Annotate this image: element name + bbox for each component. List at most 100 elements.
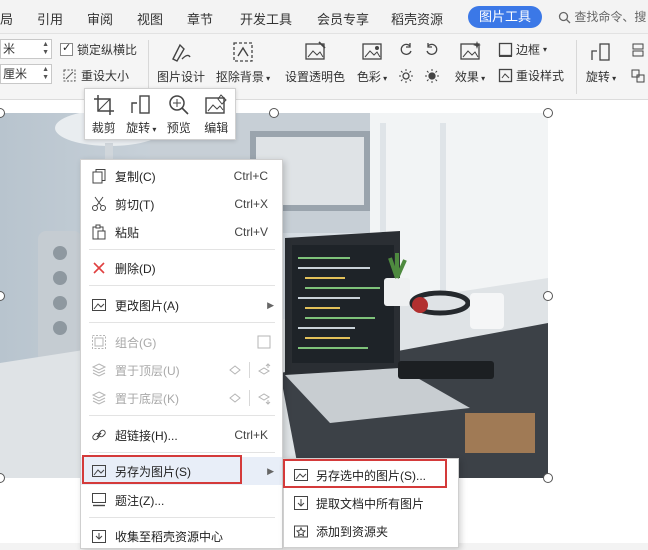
height-input[interactable]: 厘米 ▲ ▼ xyxy=(0,64,52,84)
copy-icon xyxy=(92,169,106,184)
resize-handle-top[interactable] xyxy=(269,108,279,118)
height-value: 厘米 xyxy=(3,67,28,81)
menu-references[interactable]: 引用 xyxy=(37,9,63,28)
cut-shortcut: Ctrl+X xyxy=(234,197,268,211)
edit-picture-button[interactable]: 编辑 xyxy=(198,89,236,139)
menu-developer[interactable]: 开发工具 xyxy=(240,9,292,28)
menu-delete[interactable]: 删除(D) xyxy=(81,254,282,282)
resize-handle-top-right[interactable] xyxy=(543,108,553,118)
add-to-folder-label: 添加到资源夹 xyxy=(316,524,389,539)
bring-front-side-tools xyxy=(227,362,272,378)
submenu-extract-all[interactable]: 提取文档中所有图片 xyxy=(284,489,458,517)
lock-ratio-label: 锁定纵横比 xyxy=(77,43,138,57)
change-picture-icon xyxy=(92,299,106,311)
width-spinner-icon[interactable]: ▲ ▼ xyxy=(42,41,49,57)
brightness-down-button[interactable] xyxy=(398,42,414,58)
menu-docer[interactable]: 稻壳资源 xyxy=(391,9,443,28)
group-icon xyxy=(631,69,645,83)
effect-label: 效果 xyxy=(454,70,479,84)
hyperlink-label: 超链接(H)... xyxy=(115,428,178,443)
menu-sections[interactable]: 章节 xyxy=(187,9,213,28)
menu-change-picture[interactable]: 更改图片(A) ▶ xyxy=(81,291,282,319)
hyperlink-shortcut: Ctrl+K xyxy=(234,428,268,442)
menu-review[interactable]: 审阅 xyxy=(87,9,113,28)
reset-style-button[interactable]: 重设样式 xyxy=(498,67,564,84)
edit-picture-label: 编辑 xyxy=(204,121,229,135)
delete-label: 删除(D) xyxy=(115,261,156,276)
copy-label: 复制(C) xyxy=(115,169,156,184)
crop-icon xyxy=(93,95,114,115)
picture-design-button[interactable]: 图片设计 xyxy=(156,39,206,85)
highlight-box-save-selected xyxy=(283,459,447,488)
height-spinner-icon[interactable]: ▲ ▼ xyxy=(42,66,49,82)
submenu-arrow-icon: ▶ xyxy=(267,465,274,476)
ribbon-rotate-button[interactable]: 旋转 ▾ xyxy=(584,39,618,85)
paste-label: 粘贴 xyxy=(115,225,140,240)
layers-up-icon xyxy=(91,363,107,377)
border-label: 边框 xyxy=(516,43,541,57)
ribbon-divider xyxy=(576,40,577,94)
menu-group[interactable]: 组合(G) xyxy=(81,328,282,356)
scissors-icon xyxy=(92,196,106,211)
group-side-icon xyxy=(257,335,271,349)
bring-to-front-label: 置于顶层(U) xyxy=(115,363,180,378)
menu-bring-to-front[interactable]: 置于顶层(U) xyxy=(81,356,282,384)
resize-handle-bottom-right[interactable] xyxy=(543,473,553,483)
extract-all-label: 提取文档中所有图片 xyxy=(316,496,425,511)
preview-button[interactable]: 预览 xyxy=(160,89,198,139)
mini-rotate-icon xyxy=(131,95,150,114)
group-side-tools xyxy=(256,334,272,350)
group-objects-icon xyxy=(92,335,106,349)
color-dropdown-icon: ▾ xyxy=(380,74,388,83)
tab-picture-tools[interactable]: 图片工具 xyxy=(468,6,542,28)
menu-caption[interactable]: 题注(Z)... xyxy=(81,486,282,514)
menu-hyperlink[interactable]: 超链接(H)... Ctrl+K xyxy=(81,421,282,449)
contrast-up-button[interactable] xyxy=(424,68,440,84)
menu-collect-to-docer[interactable]: 收集至稻壳资源中心 xyxy=(81,522,282,550)
search-box[interactable]: 查找命令、搜 xyxy=(558,8,646,25)
group-button[interactable] xyxy=(630,68,646,84)
resize-label: 重设大小 xyxy=(81,69,130,83)
lock-ratio-checkbox[interactable]: 锁定纵横比 xyxy=(60,41,137,58)
delete-x-icon xyxy=(93,262,105,274)
border-button[interactable]: 边框 ▾ xyxy=(498,41,547,58)
effect-button[interactable]: 效果 ▾ xyxy=(452,39,488,85)
resize-button[interactable]: 重设大小 xyxy=(62,67,129,84)
picture-design-label: 图片设计 xyxy=(156,70,205,84)
brightness-icon xyxy=(399,69,413,83)
contrast-icon xyxy=(425,69,439,83)
ribbon-rotate-label: 旋转 xyxy=(585,70,610,84)
menu-copy[interactable]: 复制(C) Ctrl+C xyxy=(81,162,282,190)
menu-view[interactable]: 视图 xyxy=(137,9,163,28)
contrast-down-button[interactable] xyxy=(398,68,414,84)
rotate-icon xyxy=(591,43,610,61)
link-icon xyxy=(92,429,106,441)
set-transparent-label: 设置透明色 xyxy=(284,70,345,84)
menu-separator xyxy=(89,452,275,453)
menu-paste[interactable]: 粘贴 Ctrl+V xyxy=(81,218,282,246)
menu-member[interactable]: 会员专享 xyxy=(317,9,369,28)
collect-icon xyxy=(92,530,106,543)
color-button[interactable]: 色彩 ▾ xyxy=(354,39,390,85)
submenu-arrow-icon: ▶ xyxy=(267,299,274,310)
paste-shortcut: Ctrl+V xyxy=(234,225,268,239)
menu-separator xyxy=(89,285,275,286)
bring-front-side-icon xyxy=(229,365,241,375)
crop-button[interactable]: 裁剪 xyxy=(85,89,123,139)
send-back-side-tools xyxy=(227,390,272,406)
submenu-add-to-folder[interactable]: 添加到资源夹 xyxy=(284,517,458,545)
cut-label: 剪切(T) xyxy=(115,197,155,212)
menu-cut[interactable]: 剪切(T) Ctrl+X xyxy=(81,190,282,218)
align-button[interactable] xyxy=(630,42,646,58)
remove-background-button[interactable]: 抠除背景 ▾ xyxy=(215,39,271,85)
width-input[interactable]: 米 ▲ ▼ xyxy=(0,39,52,59)
set-transparent-button[interactable]: 设置透明色 xyxy=(284,39,346,85)
brightness-up-button[interactable] xyxy=(424,42,440,58)
resize-handle-right[interactable] xyxy=(543,291,553,301)
mini-rotate-dropdown-icon: ▾ xyxy=(150,125,157,134)
menu-send-to-back[interactable]: 置于底层(K) xyxy=(81,384,282,412)
mini-rotate-button[interactable]: 旋转 ▾ xyxy=(123,89,161,139)
reset-style-icon xyxy=(498,68,513,83)
picture-mini-toolbar: 裁剪 旋转 ▾ 预览 编辑 xyxy=(84,88,236,140)
menu-layout[interactable]: 局 xyxy=(0,9,13,28)
